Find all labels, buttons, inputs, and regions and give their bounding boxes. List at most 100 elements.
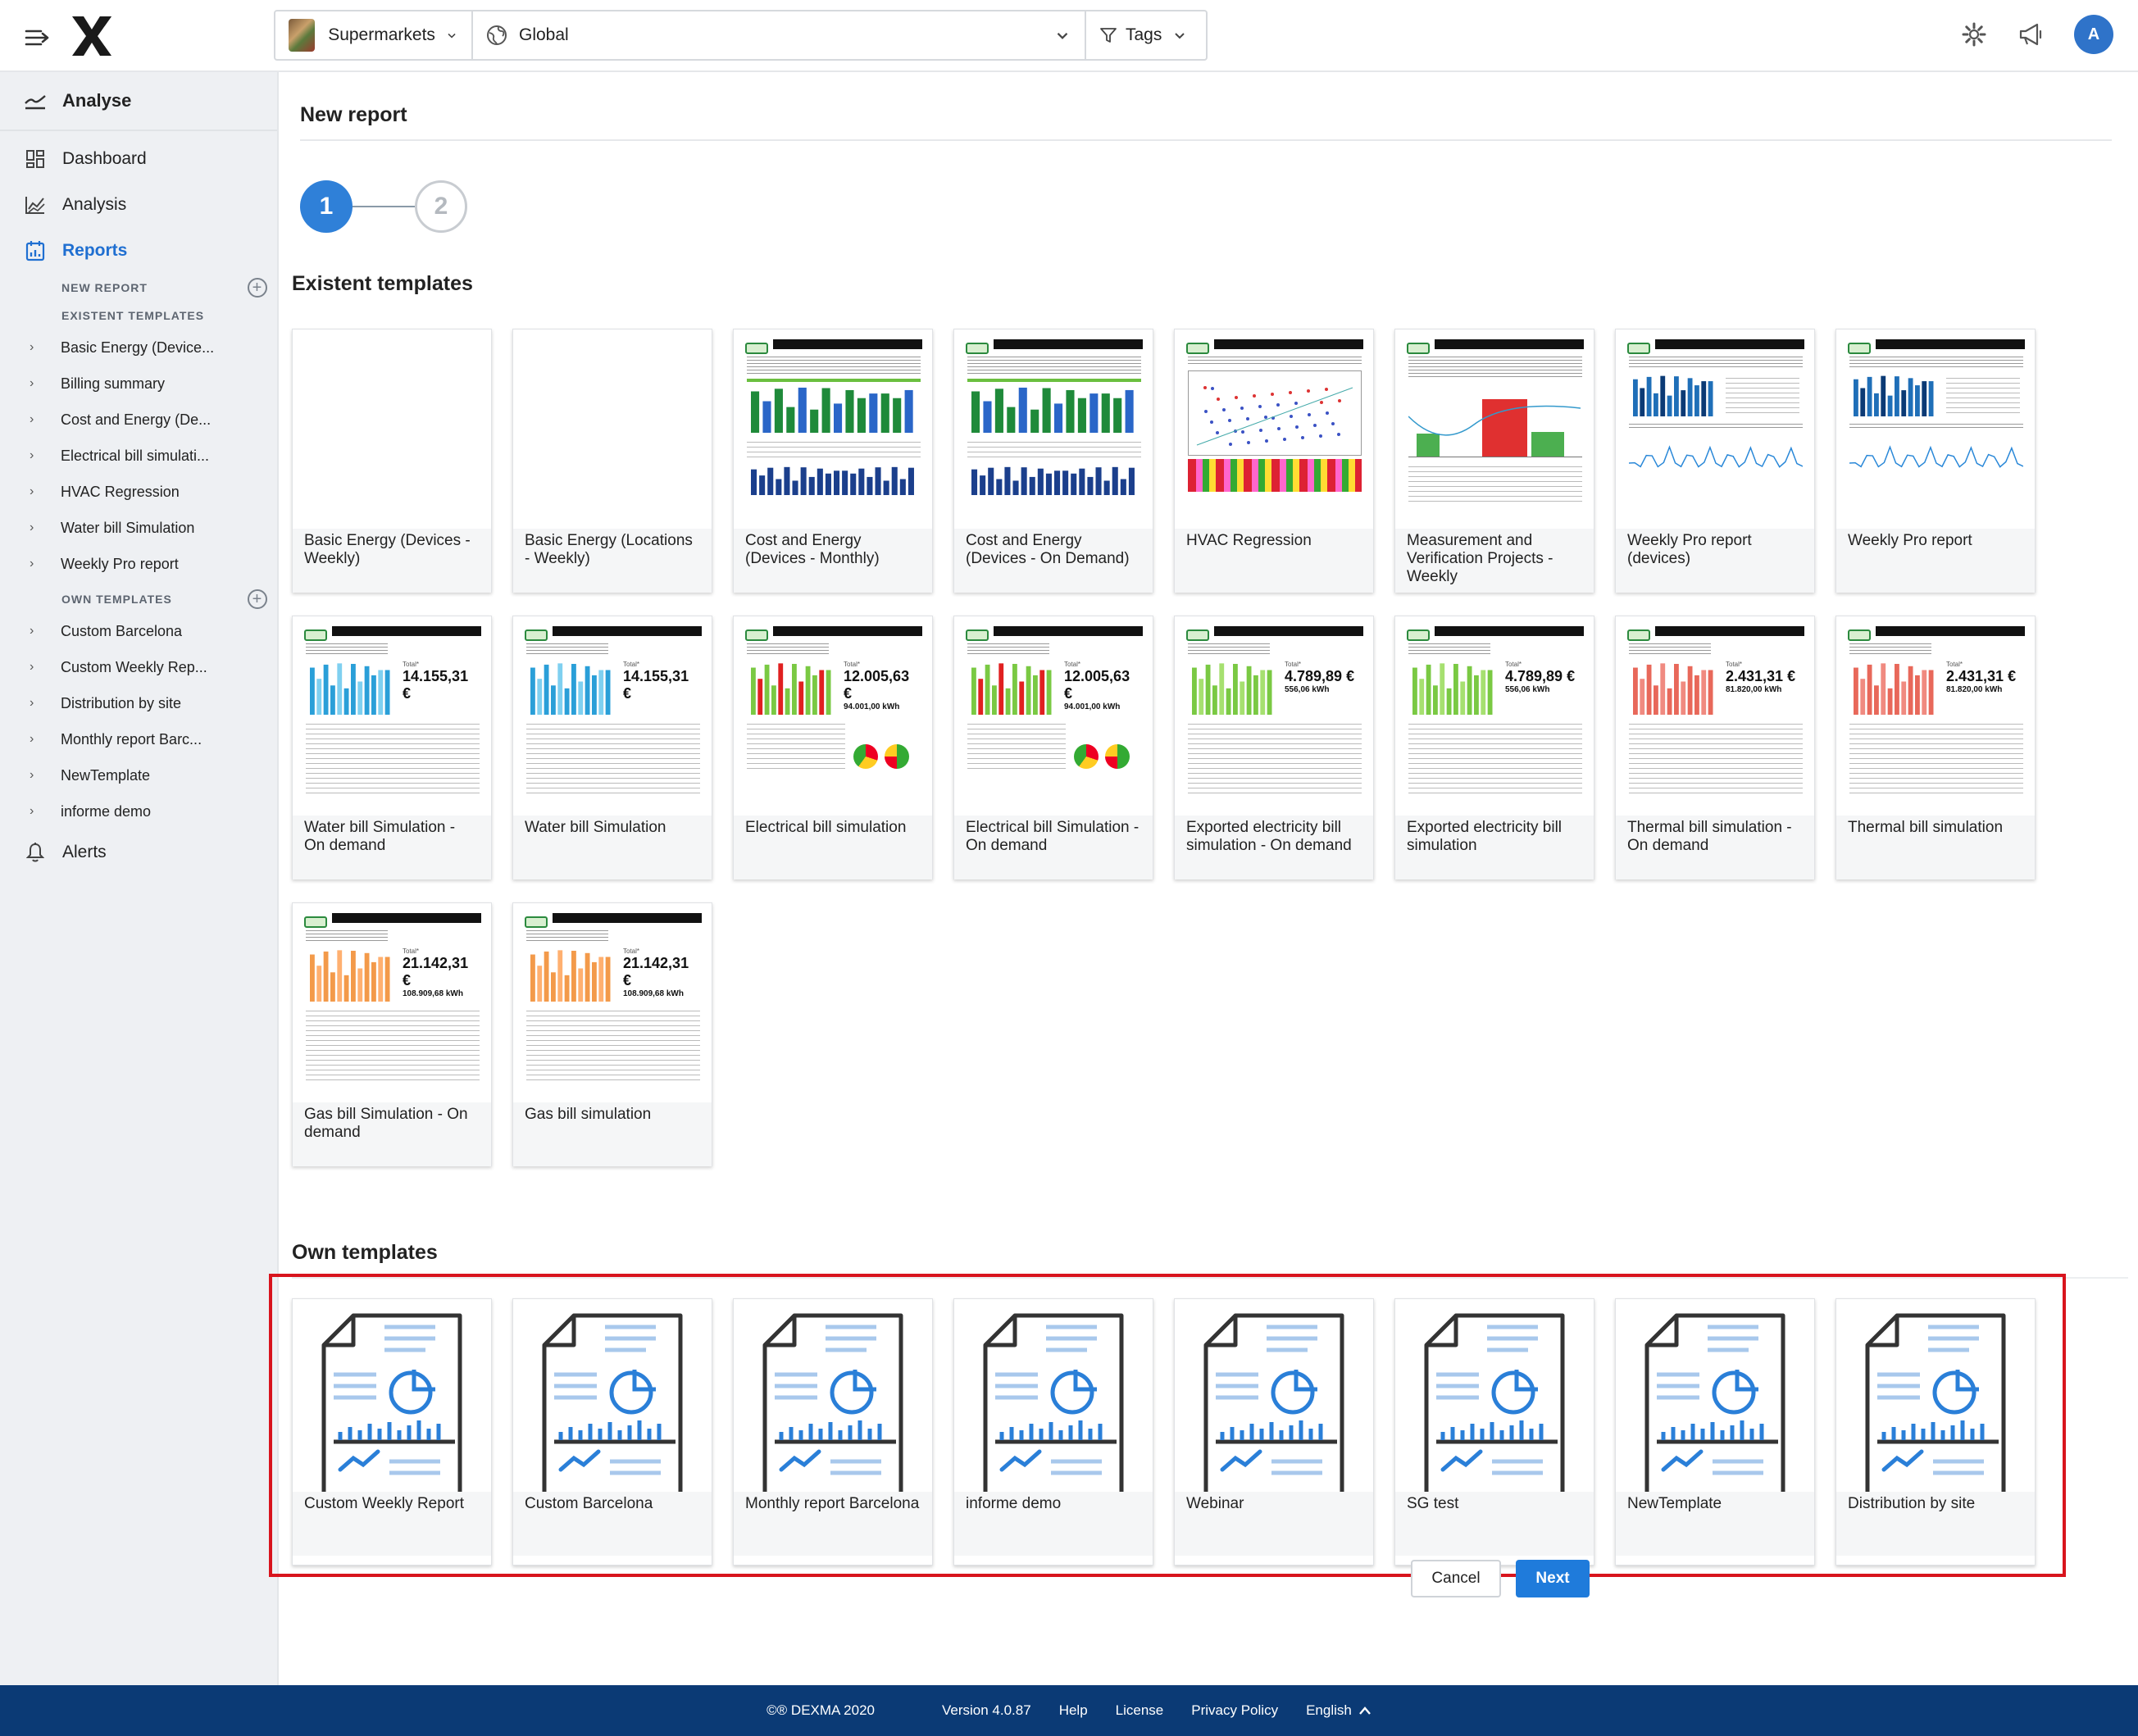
template-card[interactable]: Basic Energy (Devices - Weekly) xyxy=(292,329,492,593)
own-template-card[interactable]: NewTemplate xyxy=(1615,1298,1815,1566)
template-thumbnail: Total* 4.789,89 €556,06 kWh xyxy=(1402,623,1589,816)
template-card-label: informe demo xyxy=(954,1492,1153,1556)
sidebar-template-item[interactable]: › Cost and Energy (De... xyxy=(0,402,277,438)
template-document-icon xyxy=(1181,1306,1368,1498)
sidebar-item-reports[interactable]: Reports xyxy=(0,228,277,274)
own-template-card[interactable]: SG test xyxy=(1394,1298,1594,1566)
sidebar-new-report[interactable]: NEW REPORT + xyxy=(0,274,277,302)
sidebar-item-dashboard[interactable]: Dashboard xyxy=(0,136,277,182)
sidebar-own-templates-header: OWN TEMPLATES + xyxy=(0,585,277,613)
own-template-card[interactable]: Custom Weekly Report xyxy=(292,1298,492,1566)
sidebar-item-analysis[interactable]: Analysis xyxy=(0,182,277,228)
sidebar-template-item[interactable]: › Custom Barcelona xyxy=(0,613,277,649)
tags-dropdown[interactable]: Tags xyxy=(1086,11,1206,59)
sidebar-template-item[interactable]: › Monthly report Barc... xyxy=(0,721,277,757)
template-card[interactable]: Cost and Energy (Devices - On Demand) xyxy=(953,329,1153,593)
cancel-button[interactable]: Cancel xyxy=(1411,1560,1501,1597)
user-avatar[interactable]: A xyxy=(2074,15,2113,54)
sidebar-template-label: NewTemplate xyxy=(61,766,151,784)
template-card[interactable]: Total* 12.005,63 €94.001,00 kWh Electrical… xyxy=(953,616,1153,879)
thumb-total-value: 14.155,31 € xyxy=(403,668,469,702)
footer-help-link[interactable]: Help xyxy=(1059,1702,1088,1719)
thumb-total-value: 4.789,89 € xyxy=(1285,668,1355,684)
sidebar-template-item[interactable]: › Billing summary xyxy=(0,366,277,402)
sidebar-template-item[interactable]: › NewTemplate xyxy=(0,757,277,793)
chevron-right-icon: › xyxy=(30,696,34,710)
step-1[interactable]: 1 xyxy=(300,180,353,233)
sidebar-template-item[interactable]: › Custom Weekly Rep... xyxy=(0,649,277,685)
own-templates-list: › Custom Barcelona › Custom Weekly Rep... › D… xyxy=(0,613,277,829)
template-card[interactable]: Basic Energy (Locations - Weekly) xyxy=(512,329,712,593)
dexma-logo[interactable] xyxy=(69,15,115,57)
existent-templates-label: EXISTENT TEMPLATES xyxy=(61,309,205,322)
chevron-right-icon: › xyxy=(30,520,34,534)
thumb-energy-value: 556,06 kWh xyxy=(1285,685,1330,694)
template-card[interactable]: Total* 12.005,63 €94.001,00 kWh Electrical… xyxy=(733,616,933,879)
stepper-connector xyxy=(353,206,415,207)
analyse-icon xyxy=(23,89,48,113)
template-card-label: Measurement and Verification Projects - … xyxy=(1395,529,1594,593)
template-card-label: Thermal bill simulation xyxy=(1836,816,2035,879)
template-card[interactable]: Measurement and Verification Projects - … xyxy=(1394,329,1594,593)
sidebar-template-item[interactable]: › Distribution by site xyxy=(0,685,277,721)
sidebar-toggle-icon[interactable] xyxy=(21,23,54,52)
template-card[interactable]: Total* 14.155,31 € Water bill Simulation xyxy=(512,616,712,879)
template-thumbnail: Total* 2.431,31 €81.820,00 kWh xyxy=(1622,623,1809,816)
template-card[interactable]: Total* 14.155,31 € Water bill Simulation -… xyxy=(292,616,492,879)
sidebar-template-item[interactable]: › Water bill Simulation xyxy=(0,510,277,546)
template-card-label: HVAC Regression xyxy=(1175,529,1373,593)
template-card[interactable]: Weekly Pro report (devices) xyxy=(1615,329,1815,593)
sidebar-template-item[interactable]: › HVAC Regression xyxy=(0,474,277,510)
organization-dropdown[interactable]: Supermarkets xyxy=(275,11,473,59)
globe-icon xyxy=(487,25,507,45)
own-template-card[interactable]: informe demo xyxy=(953,1298,1153,1566)
next-button[interactable]: Next xyxy=(1516,1560,1590,1597)
thumb-total-value: 2.431,31 € xyxy=(1946,668,2017,684)
template-card-label: Monthly report Barcelona xyxy=(734,1492,932,1556)
template-card[interactable]: Total* 4.789,89 €556,06 kWh Exported elect… xyxy=(1174,616,1374,879)
settings-gear-icon[interactable] xyxy=(1959,20,1989,49)
template-card[interactable]: Total* 4.789,89 €556,06 kWh Exported elect… xyxy=(1394,616,1594,879)
add-report-icon[interactable]: + xyxy=(248,278,267,298)
add-own-template-icon[interactable]: + xyxy=(248,589,267,609)
sidebar-item-alerts[interactable]: Alerts xyxy=(0,829,277,875)
own-template-card[interactable]: Distribution by site xyxy=(1835,1298,2036,1566)
template-card[interactable]: Total* 21.142,31 €108.909,68 kWh Gas bill … xyxy=(512,902,712,1166)
chevron-right-icon: › xyxy=(30,557,34,570)
template-document-icon xyxy=(520,1306,707,1498)
template-document-icon xyxy=(740,1306,927,1498)
template-card-label: Distribution by site xyxy=(1836,1492,2035,1556)
step-2[interactable]: 2 xyxy=(415,180,467,233)
sidebar-existent-templates-header: EXISTENT TEMPLATES xyxy=(0,302,277,329)
chevron-down-icon xyxy=(1175,33,1185,39)
title-divider xyxy=(300,139,2112,141)
template-card[interactable]: Cost and Energy (Devices - Monthly) xyxy=(733,329,933,593)
location-dropdown[interactable]: Global xyxy=(473,11,1086,59)
own-templates-title: Own templates xyxy=(292,1241,438,1264)
template-card-label: Cost and Energy (Devices - On Demand) xyxy=(954,529,1153,593)
template-card[interactable]: Weekly Pro report xyxy=(1835,329,2036,593)
own-template-card[interactable]: Webinar xyxy=(1174,1298,1374,1566)
own-template-card[interactable]: Monthly report Barcelona xyxy=(733,1298,933,1566)
sidebar-template-item[interactable]: › Electrical bill simulati... xyxy=(0,438,277,474)
sidebar-template-label: Electrical bill simulati... xyxy=(61,447,210,464)
sidebar-template-item[interactable]: › Basic Energy (Device... xyxy=(0,329,277,366)
own-template-card[interactable]: Custom Barcelona xyxy=(512,1298,712,1566)
chevron-right-icon: › xyxy=(30,732,34,746)
template-card[interactable]: Total* 21.142,31 €108.909,68 kWh Gas bill … xyxy=(292,902,492,1166)
footer: ©® DEXMA 2020 Version 4.0.87 Help Licens… xyxy=(0,1685,2138,1736)
template-card[interactable]: HVAC Regression xyxy=(1174,329,1374,593)
footer-license-link[interactable]: License xyxy=(1116,1702,1164,1719)
organization-image xyxy=(289,19,316,52)
footer-language-selector[interactable]: English xyxy=(1306,1702,1372,1719)
template-card[interactable]: Total* 2.431,31 €81.820,00 kWh Thermal bil… xyxy=(1835,616,2036,879)
footer-privacy-link[interactable]: Privacy Policy xyxy=(1191,1702,1278,1719)
sidebar-template-item[interactable]: › informe demo xyxy=(0,793,277,829)
megaphone-icon[interactable] xyxy=(2017,20,2046,49)
template-thumbnail: Total* 14.155,31 € xyxy=(520,623,707,816)
chevron-right-icon: › xyxy=(30,660,34,674)
sidebar-section-analyse[interactable]: Analyse xyxy=(0,72,277,131)
main-content: New report 1 2 Existent templates Basic … xyxy=(269,72,2138,1685)
sidebar-template-item[interactable]: › Weekly Pro report xyxy=(0,546,277,582)
template-card[interactable]: Total* 2.431,31 €81.820,00 kWh Thermal bil… xyxy=(1615,616,1815,879)
